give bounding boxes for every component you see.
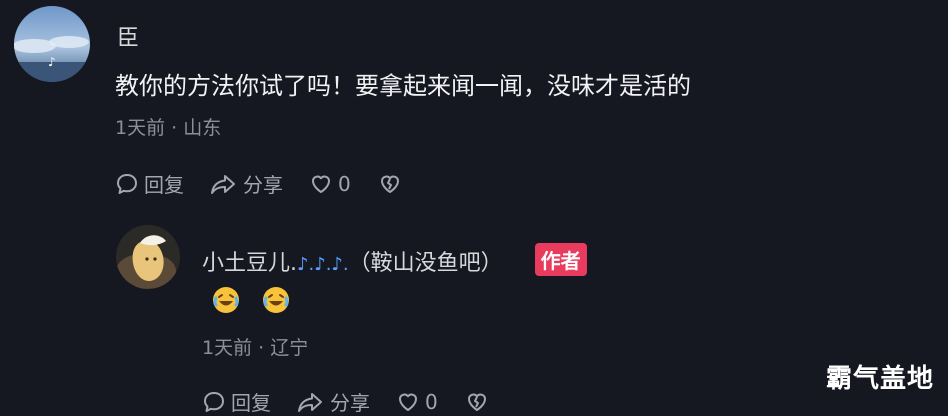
comment-meta: 1天前 · 山东 — [115, 117, 222, 139]
reply-actions: 回复 分享 0 — [202, 387, 521, 416]
like-button[interactable]: 0 — [396, 390, 438, 414]
reply-meta: 1天前 · 辽宁 — [202, 337, 309, 359]
reply-label: 回复 — [144, 173, 184, 197]
reply-username-row: 小土豆儿.♪.♪.♪.（鞍山没鱼吧） 作者 — [202, 243, 587, 277]
share-label: 分享 — [243, 173, 283, 197]
broken-heart-icon — [380, 175, 399, 193]
dislike-button[interactable] — [464, 390, 495, 414]
comment-actions: 回复 分享 0 — [115, 169, 434, 198]
comment-bubble-icon — [204, 391, 224, 412]
reply-text — [212, 286, 312, 320]
comment-username[interactable]: 臣 — [117, 20, 139, 52]
like-button[interactable]: 0 — [309, 172, 351, 196]
laughing-emoji-icon — [263, 287, 289, 313]
comment-item: ♪ 臣 教你的方法你试了吗！要拿起来闻一闻，没味才是活的 1天前 · 山东 回复… — [0, 0, 948, 220]
svg-text:♪: ♪ — [48, 55, 56, 69]
heart-icon — [399, 393, 417, 411]
avatar[interactable]: ♪ — [14, 6, 90, 82]
reply-username[interactable]: 小土豆儿. — [202, 251, 297, 276]
reply-button[interactable]: 回复 — [115, 169, 184, 198]
comment-text: 教你的方法你试了吗！要拿起来闻一闻，没味才是活的 — [115, 72, 691, 100]
share-label: 分享 — [330, 391, 370, 415]
avatar[interactable] — [116, 225, 180, 289]
reply-label: 回复 — [231, 391, 271, 415]
comment-bubble-icon — [117, 173, 137, 194]
music-note-icon: ♪.♪.♪. — [297, 254, 349, 275]
laughing-emoji-icon — [213, 287, 239, 313]
reply-button[interactable]: 回复 — [202, 387, 271, 416]
author-badge: 作者 — [534, 243, 587, 276]
share-arrow-icon — [298, 392, 322, 412]
share-button[interactable]: 分享 — [210, 169, 283, 198]
share-button[interactable]: 分享 — [297, 387, 370, 416]
reply-item: 小土豆儿.♪.♪.♪.（鞍山没鱼吧） 作者 1天前 · 辽宁 回复 分享 0 — [0, 220, 948, 415]
share-arrow-icon — [211, 174, 235, 194]
watermark: 霸气盖地 — [825, 364, 934, 394]
like-count: 0 — [338, 171, 351, 196]
heart-icon — [312, 175, 330, 193]
like-count: 0 — [425, 389, 438, 414]
broken-heart-icon — [467, 393, 486, 411]
reply-username-suffix: （鞍山没鱼吧） — [348, 251, 503, 276]
dislike-button[interactable] — [377, 172, 408, 196]
